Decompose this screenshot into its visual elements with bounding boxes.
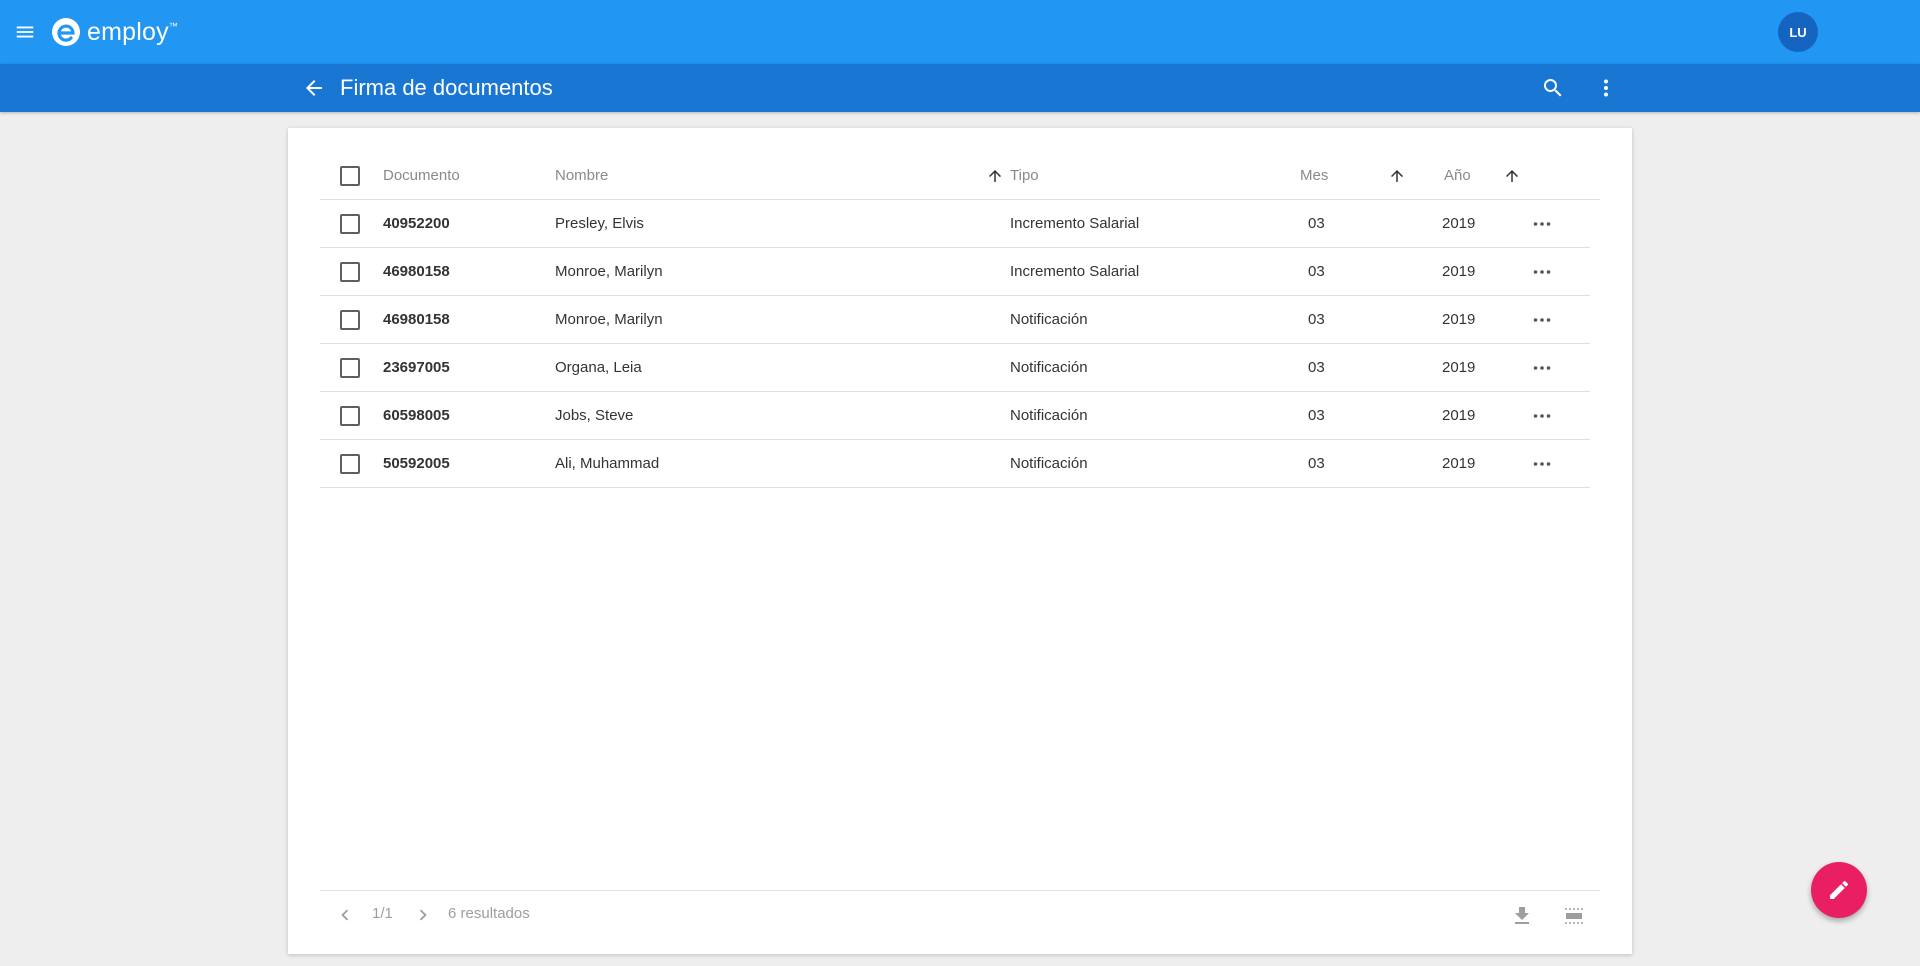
cell-tipo: Notificación [1010, 311, 1088, 328]
table-row[interactable]: 40952200 Presley, Elvis Incremento Salaria… [320, 200, 1590, 248]
column-header-mes[interactable]: Mes [1300, 152, 1328, 200]
documents-card: Documento Nombre Tipo Mes Año 40952200 Pr… [288, 128, 1632, 954]
cell-documento: 23697005 [383, 359, 450, 376]
cell-anio: 2019 [1442, 263, 1476, 280]
sort-arrow-up-icon[interactable] [1388, 167, 1406, 185]
app-bar: employ™ LU [0, 0, 1920, 64]
more-horiz-icon[interactable] [1530, 212, 1554, 236]
cell-mes: 03 [1308, 359, 1325, 376]
menu-icon[interactable] [14, 21, 36, 43]
logo-mark-icon [52, 18, 80, 46]
cell-tipo: Incremento Salarial [1010, 263, 1140, 280]
more-vert-icon[interactable] [1594, 76, 1618, 100]
chevron-right-icon[interactable] [412, 904, 434, 926]
cell-mes: 03 [1308, 311, 1325, 328]
cell-anio: 2019 [1442, 455, 1476, 472]
column-header-anio[interactable]: Año [1444, 152, 1471, 200]
cell-anio: 2019 [1442, 359, 1476, 376]
page-toolbar: Firma de documentos [0, 64, 1920, 112]
table-row[interactable]: 50592005 Ali, Muhammad Notificación 03 2019 [320, 440, 1590, 488]
sort-arrow-up-icon[interactable] [986, 167, 1004, 185]
column-header-documento[interactable]: Documento [383, 152, 460, 200]
cell-nombre: Monroe, Marilyn [555, 311, 663, 328]
brand-name: employ™ [87, 17, 178, 46]
column-header-tipo[interactable]: Tipo [1010, 152, 1039, 200]
cell-tipo: Notificación [1010, 455, 1088, 472]
row-checkbox[interactable] [340, 310, 360, 330]
back-arrow-icon[interactable] [302, 76, 326, 100]
row-checkbox[interactable] [340, 262, 360, 282]
more-horiz-icon[interactable] [1530, 260, 1554, 284]
row-checkbox[interactable] [340, 406, 360, 426]
cell-documento: 46980158 [383, 311, 450, 328]
results-count: 6 resultados [448, 905, 530, 922]
cell-anio: 2019 [1442, 311, 1476, 328]
table-row[interactable]: 60598005 Jobs, Steve Notificación 03 2019 [320, 392, 1590, 440]
sort-arrow-up-icon[interactable] [1503, 167, 1521, 185]
more-horiz-icon[interactable] [1530, 356, 1554, 380]
cell-nombre: Jobs, Steve [555, 407, 634, 424]
row-checkbox[interactable] [340, 358, 360, 378]
cell-mes: 03 [1308, 263, 1325, 280]
app-logo[interactable]: employ™ [51, 16, 178, 48]
table-row[interactable]: 46980158 Monroe, Marilyn Notificación 03 201… [320, 296, 1590, 344]
column-settings-icon[interactable] [1562, 904, 1586, 928]
cell-mes: 03 [1308, 215, 1325, 232]
cell-nombre: Ali, Muhammad [555, 455, 660, 472]
download-icon[interactable] [1510, 904, 1534, 928]
row-checkbox[interactable] [340, 214, 360, 234]
cell-tipo: Notificación [1010, 407, 1088, 424]
cell-tipo: Incremento Salarial [1010, 215, 1140, 232]
cell-tipo: Notificación [1010, 359, 1088, 376]
sign-document-fab[interactable] [1811, 862, 1867, 918]
cell-anio: 2019 [1442, 407, 1476, 424]
cell-documento: 40952200 [383, 215, 450, 232]
column-header-nombre[interactable]: Nombre [555, 152, 608, 200]
cell-nombre: Presley, Elvis [555, 215, 644, 232]
cell-documento: 46980158 [383, 263, 450, 280]
cell-documento: 60598005 [383, 407, 450, 424]
cell-anio: 2019 [1442, 215, 1476, 232]
more-horiz-icon[interactable] [1530, 404, 1554, 428]
cell-mes: 03 [1308, 455, 1325, 472]
search-icon[interactable] [1541, 76, 1565, 100]
table-row[interactable]: 23697005 Organa, Leia Notificación 03 2019 [320, 344, 1590, 392]
page-title: Firma de documentos [340, 75, 553, 100]
table-footer: 1/1 6 resultados [320, 890, 1600, 940]
table-header: Documento Nombre Tipo Mes Año [320, 152, 1600, 200]
more-horiz-icon[interactable] [1530, 452, 1554, 476]
more-horiz-icon[interactable] [1530, 308, 1554, 332]
user-avatar[interactable]: LU [1778, 12, 1818, 52]
pencil-icon [1830, 880, 1849, 899]
page-indicator: 1/1 [372, 905, 393, 922]
row-checkbox[interactable] [340, 454, 360, 474]
table-row[interactable]: 46980158 Monroe, Marilyn Incremento Salari… [320, 248, 1590, 296]
cell-mes: 03 [1308, 407, 1325, 424]
chevron-left-icon[interactable] [334, 904, 356, 926]
cell-nombre: Organa, Leia [555, 359, 642, 376]
cell-nombre: Monroe, Marilyn [555, 263, 663, 280]
cell-documento: 50592005 [383, 455, 450, 472]
select-all-checkbox[interactable] [340, 166, 360, 186]
